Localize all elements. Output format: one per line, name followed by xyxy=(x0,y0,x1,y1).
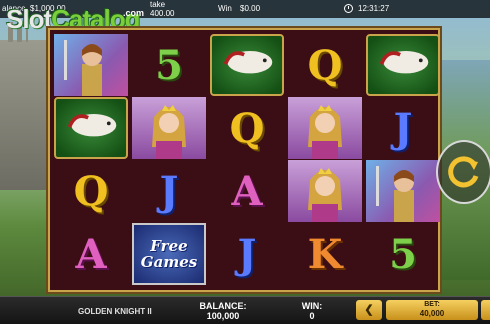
symbol-5-glyph: 5 xyxy=(155,41,183,89)
symbol-a: A xyxy=(54,223,128,285)
watermark-slot: Slot xyxy=(6,4,52,34)
horse-icon xyxy=(379,50,429,74)
free-games-line2: Games xyxy=(140,253,198,271)
symbol-princess xyxy=(288,97,362,159)
symbol-horse xyxy=(210,34,284,96)
knight-icon xyxy=(376,166,414,222)
symbol-j-glyph: J xyxy=(237,230,257,278)
free-games-glyph: Free Games xyxy=(134,225,204,283)
symbol-5: 5 xyxy=(366,223,440,285)
bet-display: BET: 40,000 xyxy=(386,300,478,320)
princess-icon xyxy=(152,105,186,159)
symbol-q-glyph: Q xyxy=(73,167,109,215)
princess-icon xyxy=(308,168,342,222)
reel-1: Q A xyxy=(54,34,128,286)
symbol-j: J xyxy=(132,160,206,222)
symbol-j: J xyxy=(210,223,284,285)
bottom-bar: GOLDEN KNIGHT II BALANCE: 100,000 WIN: 0… xyxy=(0,296,490,324)
stake-value: 400.00 xyxy=(150,9,175,18)
horse-icon xyxy=(67,113,117,137)
symbol-princess xyxy=(288,160,362,222)
win-label: WIN: xyxy=(301,301,323,311)
symbol-5-glyph: 5 xyxy=(389,230,417,278)
symbol-horse xyxy=(366,34,440,96)
princess-icon xyxy=(308,105,342,159)
symbol-horse xyxy=(54,97,128,159)
reel-4: Q K xyxy=(288,34,362,286)
spin-button[interactable] xyxy=(436,140,490,204)
symbol-q-glyph: Q xyxy=(307,41,343,89)
symbol-free-games: Free Games xyxy=(132,223,206,285)
chevron-left-icon: ❮ xyxy=(364,304,374,316)
bet-label: BET: xyxy=(424,301,440,308)
symbol-q-glyph: Q xyxy=(229,104,265,152)
clock-time: 12:31:27 xyxy=(358,4,390,13)
symbol-a-glyph: A xyxy=(75,230,107,278)
symbol-5: 5 xyxy=(132,34,206,96)
win-value: $0.00 xyxy=(240,4,261,13)
balance-label: BALANCE: xyxy=(199,301,247,311)
symbol-k: K xyxy=(288,223,362,285)
balance-value: 100,000 xyxy=(206,311,240,321)
horse-icon xyxy=(223,50,273,74)
bet-decrease-button[interactable]: ❮ xyxy=(356,300,382,320)
spin-arrow-icon xyxy=(448,156,479,188)
free-games-line1: Free xyxy=(150,237,188,255)
symbol-knight xyxy=(366,160,440,222)
symbol-j: J xyxy=(366,97,440,159)
symbol-a: A xyxy=(210,160,284,222)
symbol-q: Q xyxy=(210,97,284,159)
game-title: GOLDEN KNIGHT II xyxy=(78,307,152,316)
symbol-princess xyxy=(132,97,206,159)
reel-3: Q A J xyxy=(210,34,284,286)
reels-frame: Q A 5 J Free Games Q A J Q K J 5 xyxy=(48,28,440,292)
knight-icon xyxy=(64,40,102,96)
symbol-j-glyph: J xyxy=(393,104,413,152)
symbol-q: Q xyxy=(54,160,128,222)
bet-increase-button[interactable] xyxy=(481,300,490,320)
reel-2: 5 J Free Games xyxy=(132,34,206,286)
reel-5: J 5 xyxy=(366,34,440,286)
symbol-q: Q xyxy=(288,34,362,96)
clock-icon xyxy=(344,4,353,13)
symbol-j-glyph: J xyxy=(159,167,179,215)
win-value: 0 xyxy=(309,311,315,321)
win-label: Win xyxy=(218,4,232,13)
symbol-knight xyxy=(54,34,128,96)
watermark-com: .com xyxy=(123,8,145,18)
symbol-a-glyph: A xyxy=(231,167,263,215)
bet-value: 40,000 xyxy=(419,309,445,318)
symbol-k-glyph: K xyxy=(307,230,343,278)
